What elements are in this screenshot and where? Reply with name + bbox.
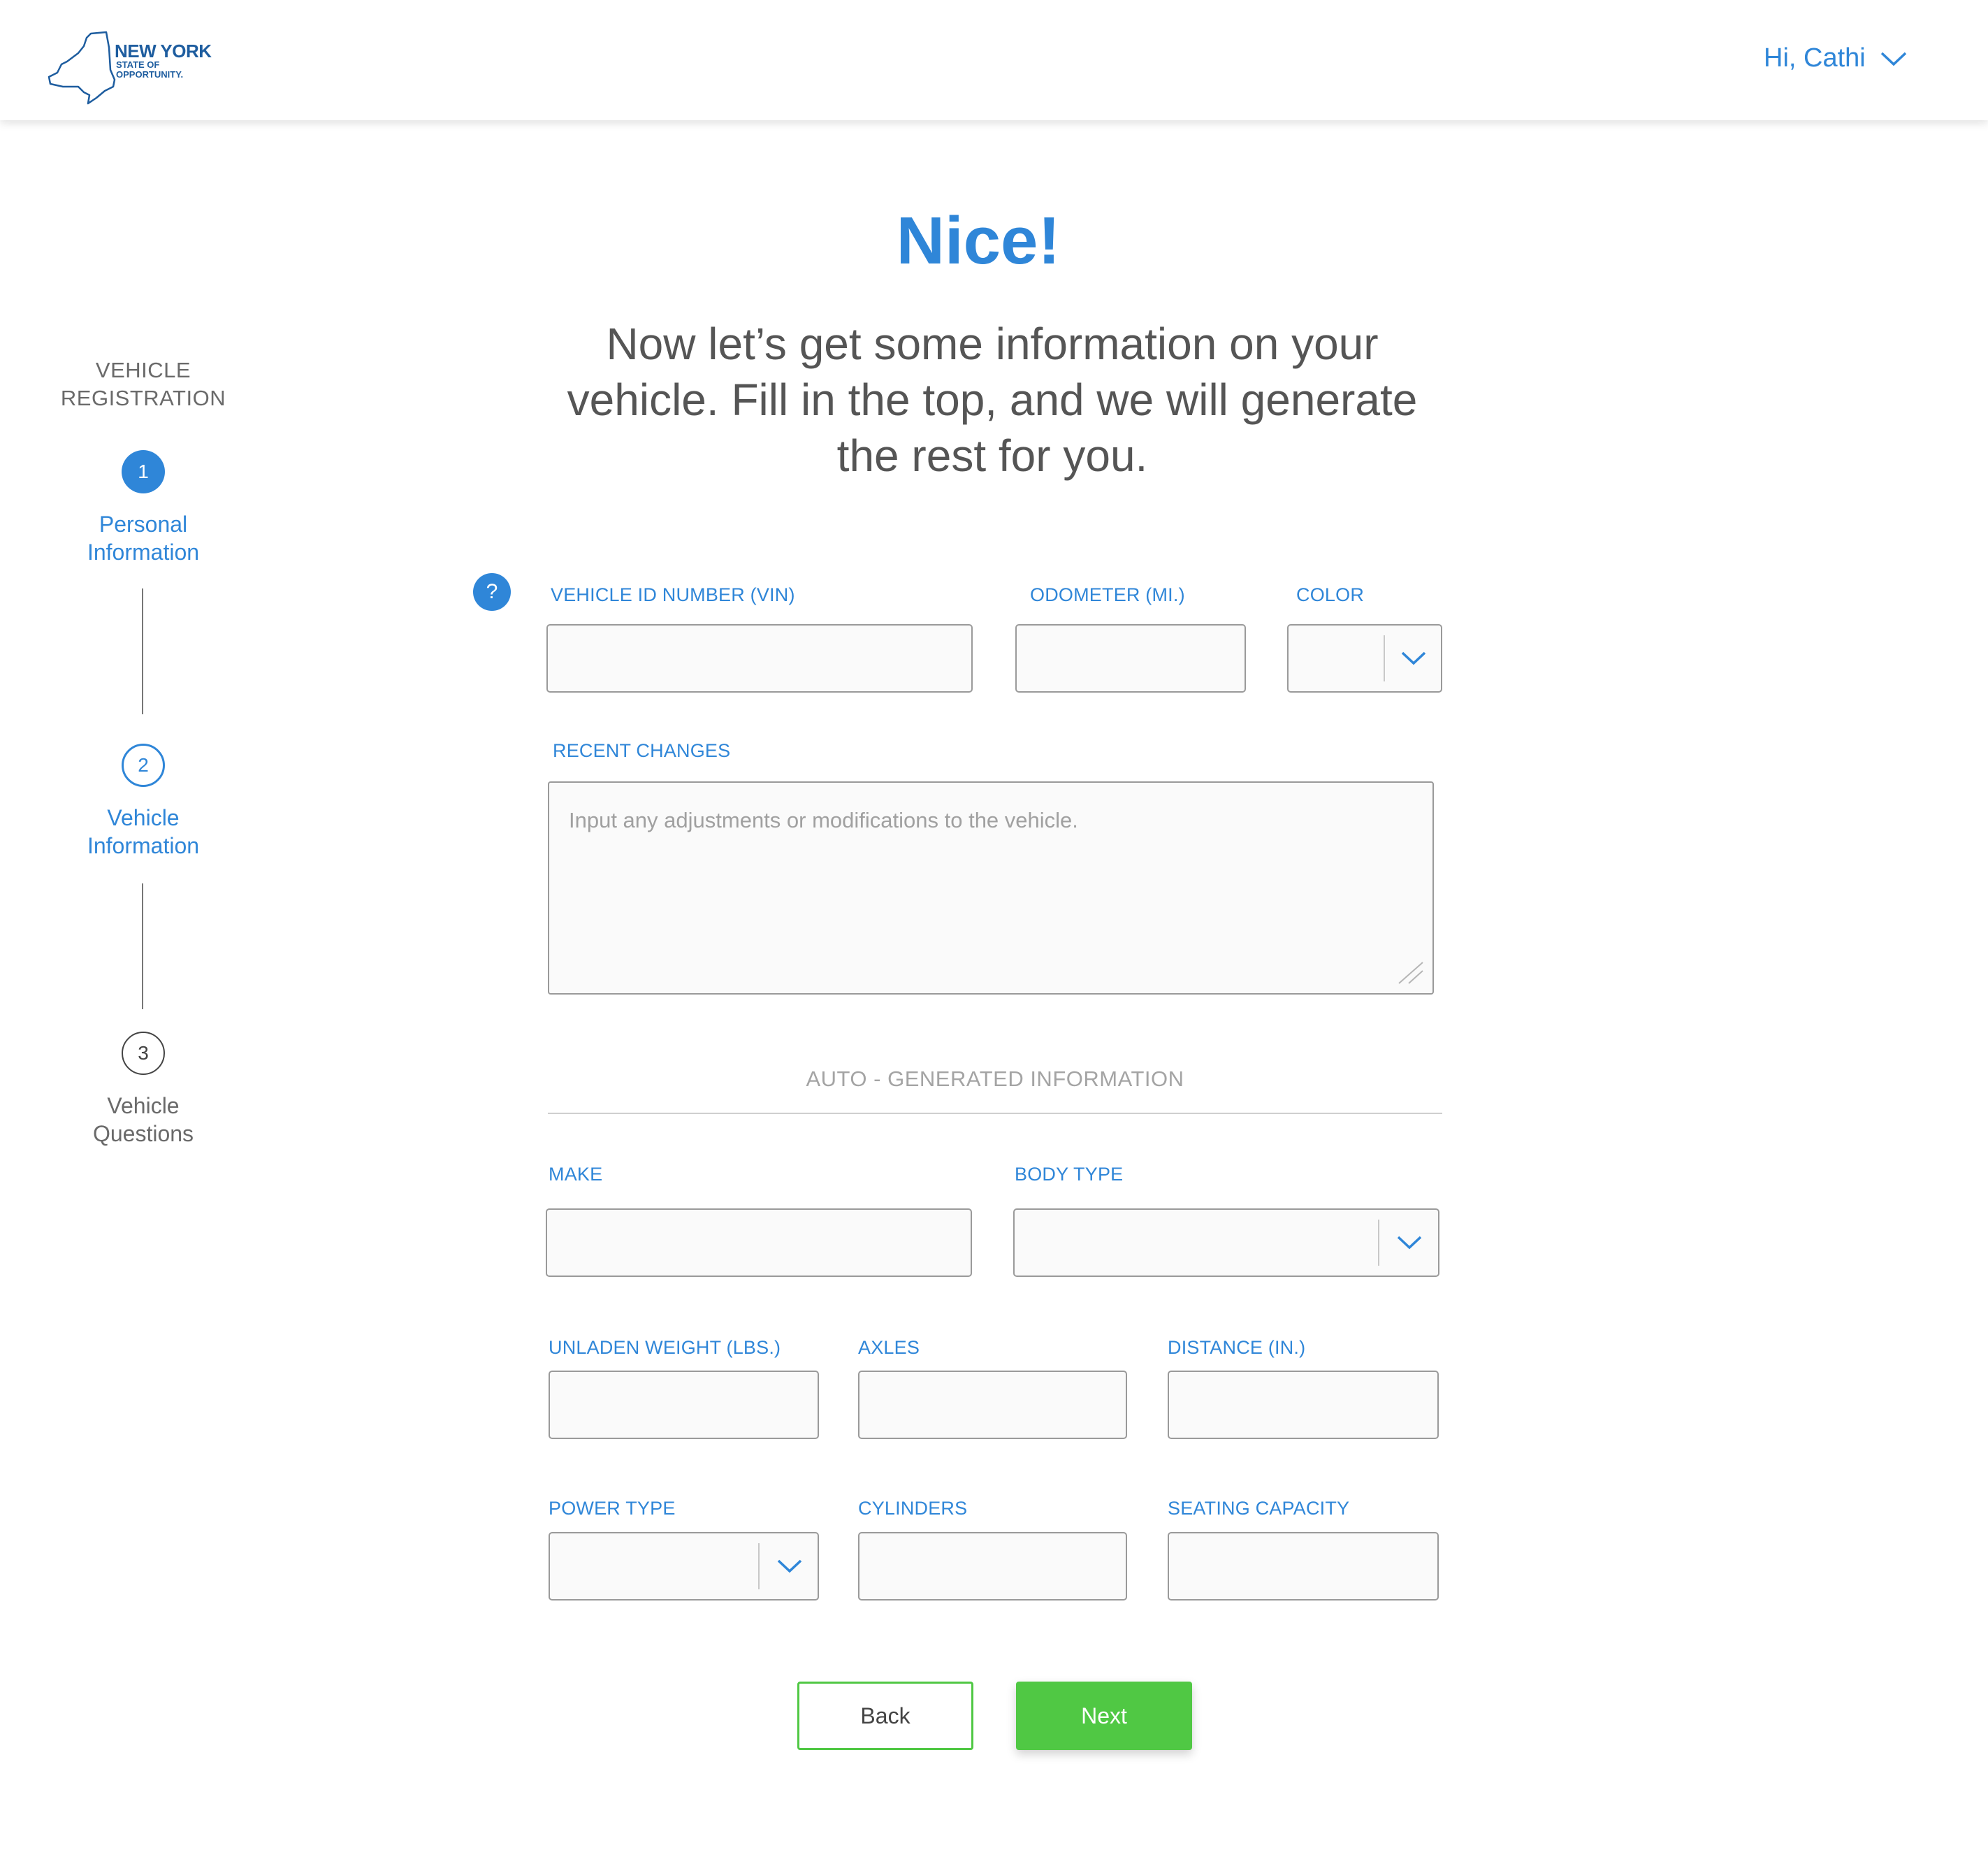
distance-input[interactable] (1169, 1372, 1437, 1438)
power-type-select[interactable] (549, 1532, 819, 1601)
logo-subtitle: STATE OF OPPORTUNITY. (116, 60, 183, 80)
step-personal-information[interactable]: 1 Personal Information (28, 450, 259, 566)
chevron-down-icon (1880, 52, 1906, 66)
help-icon[interactable]: ? (473, 573, 511, 611)
step-vehicle-questions[interactable]: 3 Vehicle Questions (28, 1032, 259, 1148)
vin-label: VEHICLE ID NUMBER (VIN) (551, 584, 795, 605)
vin-field[interactable] (546, 624, 973, 693)
step-vehicle-information[interactable]: 2 Vehicle Information (28, 744, 259, 860)
back-button[interactable]: Back (797, 1682, 973, 1750)
section-divider (548, 1113, 1442, 1114)
ny-state-logo[interactable]: NEW YORK STATE OF OPPORTUNITY. (48, 31, 215, 108)
user-greeting: Hi, Cathi (1764, 43, 1866, 73)
unladen-weight-input[interactable] (550, 1372, 818, 1438)
subtitle-line: vehicle. Fill in the top, and we will ge… (567, 375, 1418, 425)
chevron-down-icon (1401, 651, 1426, 665)
body-type-select[interactable] (1013, 1208, 1439, 1277)
step-label-line: Vehicle (107, 1093, 180, 1118)
stepper-title-line: VEHICLE (95, 358, 191, 382)
seating-capacity-label: SEATING CAPACITY (1168, 1498, 1350, 1519)
auto-generated-section-title: AUTO - GENERATED INFORMATION (806, 1067, 1184, 1091)
next-button[interactable]: Next (1016, 1682, 1192, 1750)
chevron-down-icon (1397, 1236, 1422, 1250)
vin-input[interactable] (548, 626, 971, 691)
distance-label: DISTANCE (IN.) (1168, 1337, 1306, 1358)
axles-label: AXLES (858, 1337, 920, 1358)
step-label: Personal Information (28, 510, 259, 566)
step-number: 1 (122, 450, 165, 493)
subtitle-line: Now let’s get some information on your (606, 319, 1379, 369)
chevron-down-icon (777, 1559, 801, 1573)
cylinders-input[interactable] (859, 1533, 1126, 1599)
step-label: Vehicle Information (28, 804, 259, 860)
logo-subtitle-line: STATE OF (116, 59, 160, 70)
power-type-label: POWER TYPE (549, 1498, 676, 1519)
step-connector (142, 883, 143, 1009)
cylinders-label: CYLINDERS (858, 1498, 968, 1519)
step-number: 3 (122, 1032, 165, 1075)
recent-changes-textarea[interactable]: Input any adjustments or modifications t… (548, 781, 1434, 995)
make-field[interactable] (546, 1208, 972, 1277)
step-label-line: Information (87, 833, 200, 858)
step-label: Vehicle Questions (28, 1092, 259, 1148)
stepper-title-line: REGISTRATION (60, 386, 226, 410)
subtitle-line: the rest for you. (836, 431, 1148, 481)
make-input[interactable] (547, 1210, 971, 1276)
resize-handle-icon[interactable] (1396, 960, 1424, 985)
distance-field[interactable] (1168, 1371, 1439, 1439)
unladen-weight-label: UNLADEN WEIGHT (LBS.) (549, 1337, 781, 1358)
step-connector (142, 588, 143, 714)
axles-input[interactable] (859, 1372, 1126, 1438)
step-label-line: Questions (92, 1121, 194, 1146)
odometer-field[interactable] (1015, 624, 1246, 693)
page-subtitle: Now let’s get some information on your v… (538, 316, 1446, 484)
color-select[interactable] (1287, 624, 1442, 693)
top-header: NEW YORK STATE OF OPPORTUNITY. Hi, Cathi (0, 0, 1988, 120)
body-type-label: BODY TYPE (1015, 1164, 1124, 1185)
step-label-line: Personal (99, 512, 188, 537)
odometer-input[interactable] (1017, 626, 1245, 691)
color-dropdown-toggle[interactable] (1385, 626, 1442, 691)
recent-changes-placeholder: Input any adjustments or modifications t… (569, 808, 1078, 832)
cylinders-field[interactable] (858, 1532, 1127, 1601)
seating-capacity-field[interactable] (1168, 1532, 1439, 1601)
stepper-title: VEHICLE REGISTRATION (28, 356, 259, 412)
logo-subtitle-line: OPPORTUNITY. (116, 69, 184, 80)
user-menu[interactable]: Hi, Cathi (1764, 43, 1908, 73)
recent-changes-label: RECENT CHANGES (553, 740, 731, 761)
make-label: MAKE (549, 1164, 603, 1185)
power-type-dropdown-toggle[interactable] (760, 1533, 819, 1599)
step-label-line: Vehicle (107, 805, 180, 830)
odometer-label: ODOMETER (MI.) (1030, 584, 1185, 605)
body-type-dropdown-toggle[interactable] (1379, 1210, 1439, 1276)
color-label: COLOR (1296, 584, 1365, 605)
axles-field[interactable] (858, 1371, 1127, 1439)
step-number: 2 (122, 744, 165, 787)
page-title: Nice! (896, 203, 1061, 278)
step-label-line: Information (87, 540, 200, 565)
unladen-weight-field[interactable] (549, 1371, 819, 1439)
seating-capacity-input[interactable] (1169, 1533, 1437, 1599)
ny-state-outline-icon (48, 31, 116, 105)
